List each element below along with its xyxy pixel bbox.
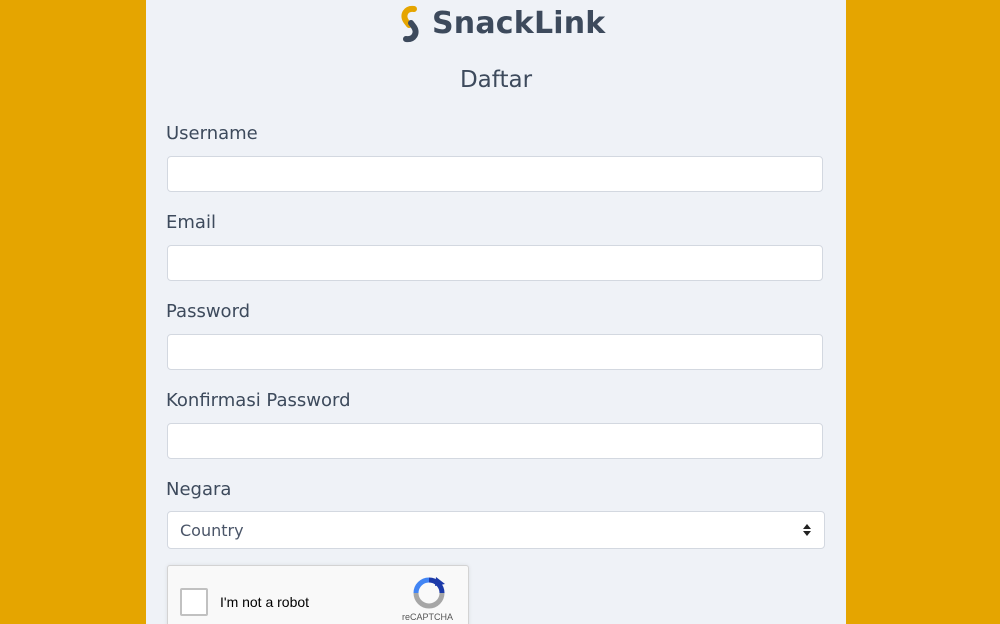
email-input[interactable] — [167, 245, 823, 281]
country-select-value: Country — [180, 520, 244, 540]
username-input[interactable] — [167, 156, 823, 192]
username-label: Username — [166, 123, 258, 144]
chain-link-icon — [401, 5, 419, 43]
country-select[interactable]: Country — [167, 511, 825, 549]
brand-name: SnackLink — [432, 6, 606, 41]
registration-panel: SnackLink Daftar Username Email Password… — [146, 0, 846, 624]
page-title: Daftar — [459, 67, 533, 93]
captcha-checkbox[interactable] — [180, 588, 208, 616]
recaptcha-widget: I'm not a robot reCAPTCHA — [167, 565, 469, 624]
brand-logo[interactable]: SnackLink — [394, 4, 605, 44]
country-label: Negara — [166, 479, 232, 500]
captcha-label: I'm not a robot — [220, 594, 310, 610]
confirm-password-label: Konfirmasi Password — [166, 390, 351, 411]
recaptcha-brand: reCAPTCHA — [402, 612, 454, 622]
password-label: Password — [166, 301, 251, 322]
password-input[interactable] — [167, 334, 823, 370]
confirm-password-input[interactable] — [167, 423, 823, 459]
email-label: Email — [166, 212, 216, 233]
recaptcha-icon — [413, 577, 445, 609]
select-arrows-icon — [803, 524, 811, 536]
